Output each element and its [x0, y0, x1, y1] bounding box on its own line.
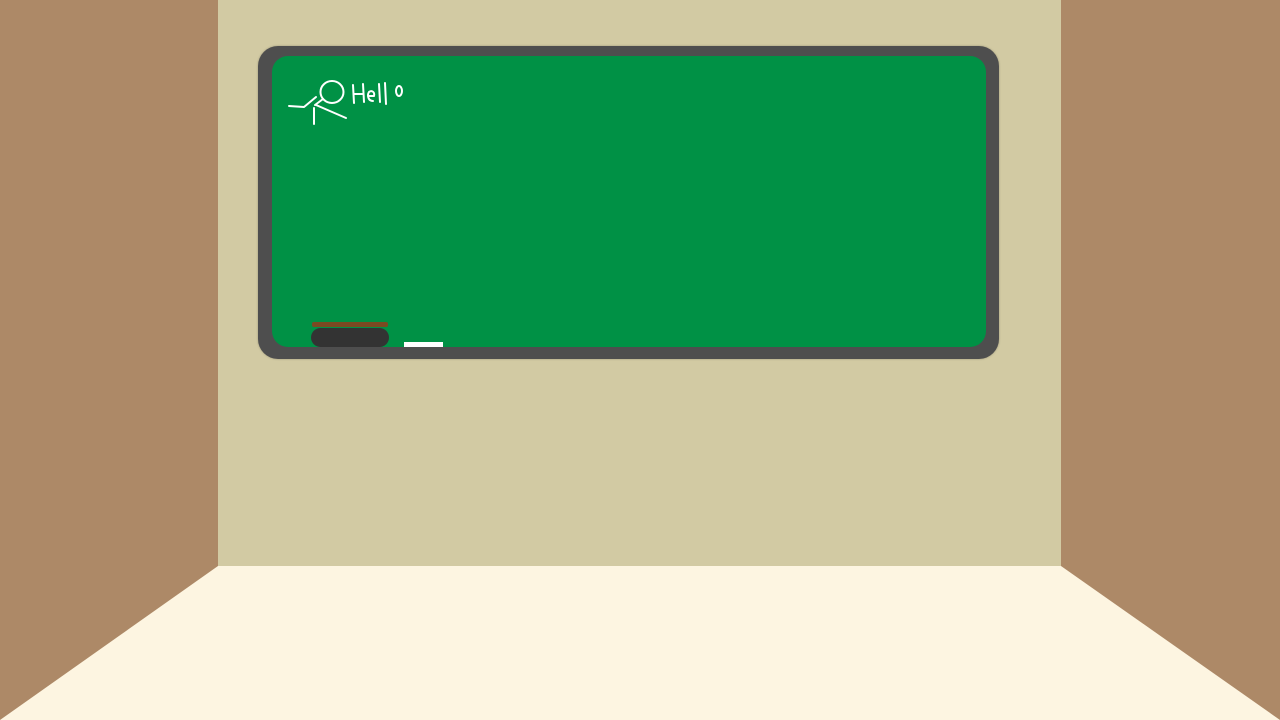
- classroom-scene: [0, 0, 1280, 720]
- chalk-icon[interactable]: [404, 342, 443, 347]
- eraser-icon[interactable]: [311, 322, 389, 347]
- letter-o: [395, 85, 403, 97]
- stick-figure-body: [315, 104, 347, 119]
- letter-l-first: [378, 83, 381, 103]
- chalkboard-surface[interactable]: [272, 56, 986, 347]
- letter-h-right: [362, 83, 365, 103]
- hello-handwriting: [352, 82, 403, 105]
- letter-l-second: [384, 82, 387, 105]
- stick-figure-head: [319, 80, 345, 104]
- letter-e: [367, 90, 376, 102]
- eraser-felt: [312, 322, 388, 327]
- eraser-body: [311, 328, 389, 347]
- chalk-drawing: [288, 80, 403, 125]
- stick-figure-arm: [288, 96, 317, 108]
- stick-figure-doodle: [288, 80, 347, 125]
